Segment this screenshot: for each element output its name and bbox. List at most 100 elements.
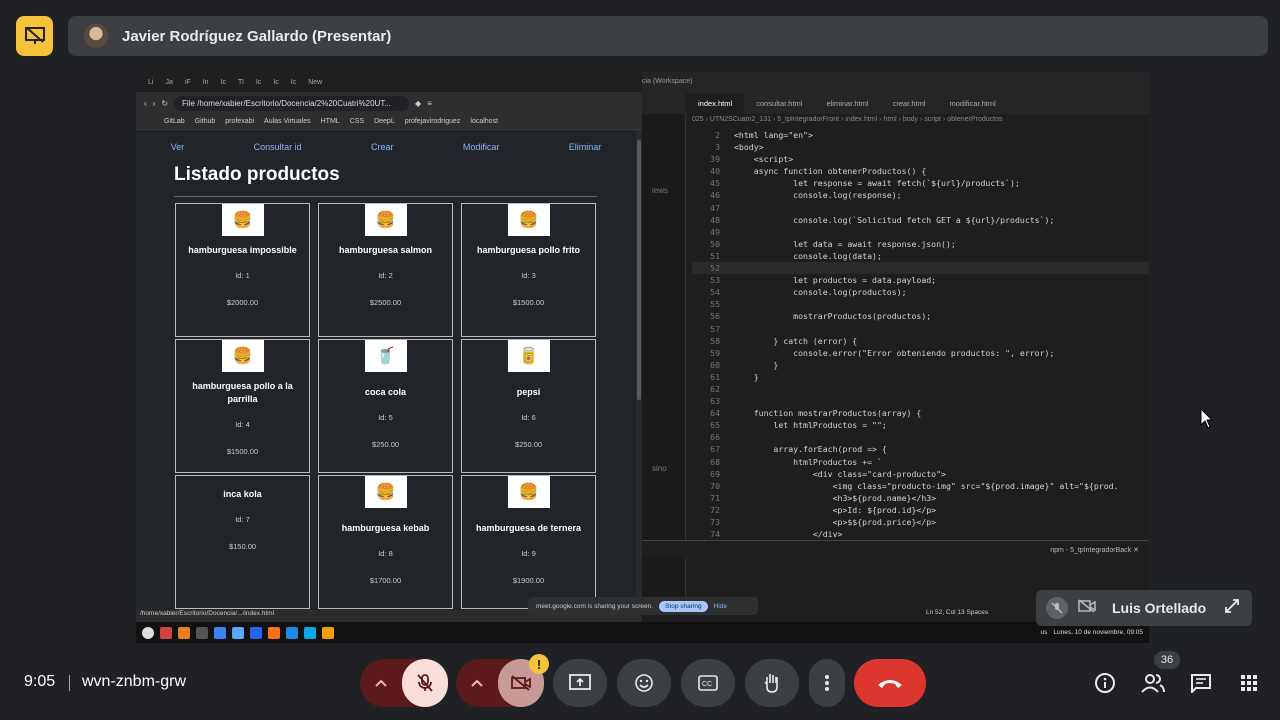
chat-icon[interactable] xyxy=(1188,670,1214,696)
editor-tab-index[interactable]: index.html xyxy=(686,92,745,114)
reactions-button[interactable] xyxy=(617,659,671,707)
address-bar[interactable]: File /home/xabier/Escritorio/Docencia/2%… xyxy=(174,95,410,111)
line-number: 45 xyxy=(710,178,720,189)
vscode-icon[interactable] xyxy=(286,626,298,639)
app-icon[interactable] xyxy=(250,626,262,639)
code-text: let data = await response.json(); xyxy=(734,238,956,249)
people-icon[interactable] xyxy=(1140,670,1166,696)
extension-icon[interactable]: ◆ xyxy=(415,99,421,108)
activities-icon[interactable] xyxy=(1236,670,1262,696)
line-number: 54 xyxy=(710,287,720,298)
browser-tab[interactable]: Ja xyxy=(161,79,176,86)
mic-off-icon[interactable] xyxy=(402,659,448,707)
code-line: 66 xyxy=(692,431,1149,443)
product-name: pepsi xyxy=(516,387,541,397)
app-icon[interactable] xyxy=(196,626,208,639)
back-icon[interactable]: ‹ xyxy=(144,99,147,108)
line-number: 65 xyxy=(710,420,720,431)
bookmark[interactable]: CSS xyxy=(350,118,364,125)
leave-call-button[interactable] xyxy=(854,659,926,707)
terminal-label[interactable]: npm - 5_tpIntegradorBack xyxy=(1050,547,1131,554)
terminal-bar: npm - 5_tpIntegradorBack ✕ xyxy=(642,540,1149,558)
meeting-info-icon[interactable] xyxy=(1092,670,1118,696)
menu-icon[interactable]: ≡ xyxy=(427,99,432,108)
forward-icon[interactable]: › xyxy=(153,99,156,108)
more-options-button[interactable] xyxy=(809,659,845,707)
browser-tab[interactable]: Ic xyxy=(217,79,230,86)
code-text: let response = await fetch(`${url}/produ… xyxy=(734,178,1020,189)
browser-tab[interactable]: Ic xyxy=(287,79,300,86)
bookmark[interactable]: DeepL xyxy=(374,118,395,125)
code-line: 54 console.log(productos); xyxy=(692,286,1149,298)
browser-tab[interactable]: Ic xyxy=(269,79,282,86)
product-id: Id: 7 xyxy=(235,515,250,524)
code-text: htmlProductos += ` xyxy=(734,456,882,467)
chevron-up-icon[interactable] xyxy=(456,679,498,687)
app-icon[interactable] xyxy=(322,626,334,639)
hide-button[interactable]: Hide xyxy=(714,603,727,610)
editor-tab[interactable]: consultar.html xyxy=(744,93,814,114)
editor-tab[interactable]: crear.html xyxy=(881,93,938,114)
bookmark[interactable]: HTML xyxy=(321,118,340,125)
bookmark[interactable]: profejavirodriguez xyxy=(405,118,461,125)
nav-ver[interactable]: Ver xyxy=(171,142,185,152)
product-price: $1500.00 xyxy=(512,298,545,307)
close-icon[interactable]: ✕ xyxy=(1133,547,1139,554)
nav-eliminar[interactable]: Eliminar xyxy=(569,142,602,152)
browser-tab[interactable]: New xyxy=(304,79,326,86)
keyboard-layout[interactable]: us xyxy=(1041,629,1048,636)
app-icon[interactable] xyxy=(304,626,316,639)
present-screen-button[interactable] xyxy=(553,659,607,707)
taskbar-clock[interactable]: Lunes, 10 de noviembre, 09:05 xyxy=(1053,629,1143,636)
scroll-thumb[interactable] xyxy=(637,140,641,400)
raise-hand-button[interactable] xyxy=(745,659,799,707)
product-id: Id: 5 xyxy=(378,413,393,422)
presenter-avatar xyxy=(84,24,108,48)
app-icon[interactable] xyxy=(178,626,190,639)
nav-crear[interactable]: Crear xyxy=(371,142,394,152)
bookmark[interactable]: Aulas Virtuales xyxy=(264,118,311,125)
product-price: $1700.00 xyxy=(369,576,402,585)
code-line: 74 </div> xyxy=(692,528,1149,540)
reload-icon[interactable]: ↻ xyxy=(161,99,168,108)
participant-name: Luis Ortellado xyxy=(1112,600,1207,616)
code-line: 59 console.error("Error obteniendo produ… xyxy=(692,347,1149,359)
app-icon[interactable] xyxy=(160,626,172,639)
app-icon[interactable] xyxy=(214,626,226,639)
shared-screen: Li Ja iF In Ic Tl Ic Ic Ic New ‹ › ↻ Fil… xyxy=(136,72,1149,643)
product-price: $250.00 xyxy=(371,440,400,449)
code-line: 64 function mostrarProductos(array) { xyxy=(692,407,1149,419)
product-name: hamburguesa de ternera xyxy=(475,523,582,533)
browser-toolbar: ‹ › ↻ File /home/xabier/Escritorio/Docen… xyxy=(136,92,642,114)
app-icon[interactable] xyxy=(142,626,154,639)
code-line: 45 let response = await fetch(`${url}/pr… xyxy=(692,177,1149,189)
code-area[interactable]: 2 <html lang="en"> 3 <body> 39 <script> 40 as… xyxy=(692,129,1149,540)
code-line: 65 let htmlProductos = ""; xyxy=(692,419,1149,431)
app-icon[interactable] xyxy=(232,626,244,639)
participant-count: 36 xyxy=(1154,651,1180,669)
bookmark[interactable]: profexabi xyxy=(225,118,254,125)
mouse-cursor-icon xyxy=(1200,407,1214,435)
captions-button[interactable]: CC xyxy=(681,659,735,707)
nav-modificar[interactable]: Modificar xyxy=(463,142,500,152)
app-icon[interactable] xyxy=(268,626,280,639)
editor-tab[interactable]: eliminar.html xyxy=(814,93,880,114)
line-number: 61 xyxy=(710,371,720,382)
code-text: mostrarProductos(productos); xyxy=(734,311,932,322)
bookmark[interactable]: Github xyxy=(195,118,216,125)
browser-tab[interactable]: In xyxy=(199,79,213,86)
bookmark[interactable]: localhost xyxy=(470,118,498,125)
browser-tab[interactable]: Li xyxy=(144,79,157,86)
browser-tab[interactable]: Tl xyxy=(234,79,248,86)
code-text: <script> xyxy=(734,154,794,165)
expand-icon[interactable] xyxy=(1224,598,1240,619)
line-number: 68 xyxy=(710,456,720,467)
bookmark[interactable]: GitLab xyxy=(164,118,185,125)
chevron-up-icon[interactable] xyxy=(360,679,402,687)
browser-tab[interactable]: iF xyxy=(181,79,195,86)
browser-tab[interactable]: Ic xyxy=(252,79,265,86)
presentation-icon[interactable] xyxy=(16,16,53,56)
editor-tab[interactable]: modificar.html xyxy=(938,93,1008,114)
nav-consultar[interactable]: Consultar id xyxy=(254,142,302,152)
stop-sharing-button[interactable]: Stop sharing xyxy=(659,600,708,612)
